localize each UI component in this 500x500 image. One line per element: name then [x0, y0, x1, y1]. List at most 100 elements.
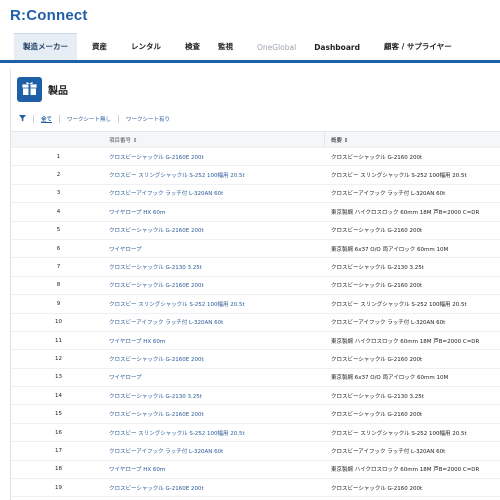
table-body: 1 クロスビーシャックル G-2160E 200t クロスビーシャックル G-216… [11, 148, 500, 498]
table-row[interactable]: 7 クロスビーシャックル G-2130 3.25t クロスビーシャックル G-213… [11, 258, 500, 277]
row-number: 11 [55, 337, 62, 344]
description-cell: クロスビーアイフック ラッチ付 L-320AN 60t [331, 320, 446, 327]
row-number: 7 [56, 264, 61, 271]
item-number-link[interactable]: ワイヤロープ [106, 373, 325, 381]
description-cell: 東京製綱 ハイクロスロック 60mm 18M 芦B=2000 C=DR [331, 338, 480, 345]
app-logo[interactable]: R:Connect [10, 7, 88, 24]
item-number-link[interactable]: クロスビーアイフック ラッチ付 L-320AN 60t [106, 318, 325, 326]
row-number: 16 [55, 429, 62, 436]
item-number-link[interactable]: ワイヤロープ HX 60ｍ [106, 208, 325, 216]
table-header: 項目番号 ⇕ 概要 ⇕ [11, 131, 500, 148]
description-cell: 東京製綱 ハイクロスロック 60mm 18M 芦B=2000 C=DR [331, 467, 480, 474]
tab-inspection[interactable]: 検査 [176, 41, 209, 60]
table-row[interactable]: 17 クロスビーアイフック ラッチ付 L-320AN 60t クロスビーアイフック … [11, 442, 500, 461]
divider [59, 115, 61, 123]
description-cell: クロスビーシャックル G-2160 200t [331, 283, 423, 290]
column-header-description[interactable]: 概要 ⇕ [325, 136, 500, 144]
row-number: 14 [55, 392, 62, 399]
row-number: 19 [55, 484, 62, 491]
table-row[interactable]: 2 クロスビー スリングシャックル S-252 100幅用 20.5t クロスビー … [11, 166, 500, 185]
filter-no-worksheet-link[interactable]: ワークシート無し [67, 115, 111, 123]
products-table: 項目番号 ⇕ 概要 ⇕ 1 クロスビーシャックル G-2160E 200t クロスビ… [11, 131, 500, 498]
panel-header: 製品 [11, 69, 500, 109]
table-row[interactable]: 10 クロスビーアイフック ラッチ付 L-320AN 60t クロスビーアイフック … [11, 314, 500, 332]
description-cell: クロスビーシャックル G-2160 200t [331, 154, 423, 161]
description-cell: クロスビーシャックル G-2160 200t [331, 412, 423, 419]
item-number-link[interactable]: クロスビーシャックル G-2160E 200t [106, 410, 325, 418]
filter-icon[interactable] [19, 114, 26, 124]
item-number-link[interactable]: クロスビーシャックル G-2160E 200t [106, 153, 325, 161]
row-number: 12 [55, 355, 62, 362]
row-number: 2 [56, 172, 61, 179]
row-number: 15 [55, 411, 62, 418]
description-cell: クロスビー スリングシャックル S-252 100幅用 20.5t [331, 430, 467, 437]
item-number-link[interactable]: クロスビー スリングシャックル S-252 100幅用 20.5t [106, 300, 325, 308]
table-row[interactable]: 13 ワイヤロープ 東京製綱 6x37 O/O 両アイロック 60mm 10M [11, 369, 500, 388]
row-number: 6 [56, 245, 61, 252]
product-box-icon [17, 76, 42, 102]
description-cell: クロスビーシャックル G-2160 200t [331, 228, 423, 235]
column-header-item-no[interactable]: 項目番号 ⇕ [106, 132, 325, 147]
table-row[interactable]: 9 クロスビー スリングシャックル S-252 100幅用 20.5t クロスビー … [11, 295, 500, 314]
table-row[interactable]: 6 ワイヤロープ 東京製綱 6x37 O/O 両アイロック 60mm 10M [11, 240, 500, 259]
table-row[interactable]: 3 クロスビーアイフック ラッチ付 L-320AN 60t クロスビーアイフック ラ… [11, 185, 500, 204]
description-cell: クロスビーアイフック ラッチ付 L-320AN 60t [331, 448, 446, 455]
tab-manufacturer[interactable]: 製造メーカー [14, 33, 77, 60]
divider [33, 115, 34, 123]
description-cell: クロスビーシャックル G-2130 3.25t [331, 265, 424, 272]
table-row[interactable]: 5 クロスビーシャックル G-2160E 200t クロスビーシャックル G-216… [11, 222, 500, 240]
table-row[interactable]: 14 クロスビーシャックル G-2130 3.25t クロスビーシャックル G-21… [11, 387, 500, 406]
table-row[interactable]: 11 ワイヤロープ HX 60ｍ 東京製綱 ハイクロスロック 60mm 18M 芦B… [11, 332, 500, 351]
panel-title: 製品 [48, 85, 68, 97]
filter-with-worksheet-link[interactable]: ワークシート有り [126, 115, 170, 123]
description-cell: 東京製綱 6x37 O/O 両アイロック 60mm 10M [331, 375, 449, 382]
top-bar: R:Connect [0, 0, 500, 30]
item-number-link[interactable]: ワイヤロープ HX 60ｍ [106, 465, 325, 473]
description-cell: クロスビー スリングシャックル S-252 100幅用 20.5t [331, 173, 467, 180]
item-number-link[interactable]: クロスビー スリングシャックル S-252 100幅用 20.5t [106, 429, 325, 437]
table-row[interactable]: 19 クロスビーシャックル G-2160E 200t クロスビーシャックル G-21… [11, 479, 500, 498]
tab-oneglobal[interactable]: OneGlobal [248, 43, 305, 60]
filter-all-link[interactable]: 全て [41, 115, 52, 123]
filter-toolbar: 全て ワークシート無し ワークシート有り [11, 109, 500, 129]
item-number-link[interactable]: クロスビーシャックル G-2130 3.25t [106, 392, 325, 400]
products-panel: 製品 全て ワークシート無し ワークシート有り 項目番号 ⇕ 概要 ⇕ 1 クロス… [10, 69, 500, 500]
table-row[interactable]: 8 クロスビーシャックル G-2160E 200t クロスビーシャックル G-216… [11, 277, 500, 296]
tab-monitoring[interactable]: 監視 [209, 41, 242, 60]
item-number-link[interactable]: クロスビーアイフック ラッチ付 L-320AN 60t [106, 447, 325, 455]
tab-rental[interactable]: レンタル [122, 41, 170, 60]
item-number-link[interactable]: クロスビー スリングシャックル S-252 100幅用 20.5t [106, 171, 325, 179]
item-number-link[interactable]: ワイヤロープ [106, 245, 325, 253]
description-cell: 東京製綱 6x37 O/O 両アイロック 60mm 10M [331, 246, 449, 253]
table-row[interactable]: 4 ワイヤロープ HX 60ｍ 東京製綱 ハイクロスロック 60mm 18M 芦B=… [11, 203, 500, 222]
item-number-link[interactable]: クロスビーシャックル G-2160E 200t [106, 281, 325, 289]
row-number: 10 [55, 319, 62, 326]
table-row[interactable]: 12 クロスビーシャックル G-2160E 200t クロスビーシャックル G-21… [11, 350, 500, 369]
table-row[interactable]: 16 クロスビー スリングシャックル S-252 100幅用 20.5t クロスビー… [11, 424, 500, 443]
table-row[interactable]: 18 ワイヤロープ HX 60ｍ 東京製綱 ハイクロスロック 60mm 18M 芦B… [11, 461, 500, 480]
tab-customers-suppliers[interactable]: 顧客 / サプライヤー [375, 41, 461, 60]
description-cell: クロスビーシャックル G-2130 3.25t [331, 393, 424, 400]
item-number-link[interactable]: クロスビーシャックル G-2160E 200t [106, 226, 325, 234]
item-number-link[interactable]: クロスビーシャックル G-2160E 200t [106, 355, 325, 363]
row-number: 5 [56, 227, 61, 234]
row-number: 4 [56, 208, 61, 215]
table-row[interactable]: 1 クロスビーシャックル G-2160E 200t クロスビーシャックル G-216… [11, 148, 500, 167]
row-number: 1 [56, 153, 61, 160]
description-cell: クロスビーシャックル G-2160 200t [331, 356, 423, 363]
item-number-link[interactable]: クロスビーシャックル G-2160E 200t [106, 484, 325, 492]
row-number: 3 [56, 190, 61, 197]
row-number: 8 [56, 282, 61, 289]
row-number: 18 [55, 466, 62, 473]
item-number-link[interactable]: クロスビーアイフック ラッチ付 L-320AN 60t [106, 189, 325, 197]
description-cell: クロスビー スリングシャックル S-252 100幅用 20.5t [331, 301, 467, 308]
description-cell: クロスビーシャックル G-2160 200t [331, 485, 423, 492]
description-cell: 東京製綱 ハイクロスロック 60mm 18M 芦B=2000 C=DR [331, 209, 480, 216]
item-number-link[interactable]: クロスビーシャックル G-2130 3.25t [106, 263, 325, 271]
table-row[interactable]: 15 クロスビーシャックル G-2160E 200t クロスビーシャックル G-21… [11, 405, 500, 424]
row-number: 9 [56, 300, 61, 307]
tab-assets[interactable]: 資産 [83, 41, 116, 60]
tab-dashboard[interactable]: Dashboard [305, 43, 369, 60]
item-number-link[interactable]: ワイヤロープ HX 60ｍ [106, 337, 325, 345]
description-cell: クロスビーアイフック ラッチ付 L-320AN 60t [331, 191, 446, 198]
